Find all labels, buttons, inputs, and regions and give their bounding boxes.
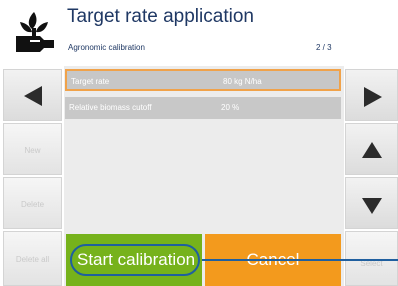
new-button[interactable]: New bbox=[3, 123, 62, 175]
parameter-row[interactable]: Target rate 80 kg N/ha bbox=[65, 69, 341, 91]
arrow-right-icon bbox=[364, 87, 382, 107]
delete-button[interactable]: Delete bbox=[3, 177, 62, 229]
forward-button[interactable] bbox=[345, 69, 398, 121]
parameter-row[interactable]: Relative biomass cutoff 20 % bbox=[65, 97, 341, 119]
plant-wrench-icon bbox=[16, 12, 54, 52]
arrow-up-icon bbox=[362, 142, 382, 158]
parameter-value: 80 kg N/ha bbox=[223, 77, 262, 86]
parameter-label: Relative biomass cutoff bbox=[69, 103, 152, 112]
callout-line bbox=[202, 259, 398, 261]
page-title: Target rate application bbox=[67, 6, 254, 27]
delete-button-label: Delete bbox=[20, 200, 45, 209]
arrow-down-icon bbox=[362, 198, 382, 214]
header: Target rate application Agronomic calibr… bbox=[0, 0, 398, 64]
delete-all-button[interactable]: Delete all bbox=[3, 231, 62, 286]
start-calibration-button[interactable]: Start calibration bbox=[66, 234, 202, 286]
parameter-value: 20 % bbox=[221, 103, 240, 112]
parameter-label: Target rate bbox=[71, 77, 110, 86]
arrow-left-icon bbox=[24, 86, 42, 106]
delete-all-button-label: Delete all bbox=[15, 255, 50, 264]
page-indicator: 2 / 3 bbox=[316, 43, 332, 52]
move-up-button[interactable] bbox=[345, 123, 398, 175]
move-down-button[interactable] bbox=[345, 177, 398, 229]
start-calibration-label: Start calibration bbox=[77, 250, 196, 269]
new-button-label: New bbox=[24, 146, 41, 155]
page-subtitle: Agronomic calibration bbox=[68, 43, 145, 52]
back-button[interactable] bbox=[3, 69, 62, 121]
